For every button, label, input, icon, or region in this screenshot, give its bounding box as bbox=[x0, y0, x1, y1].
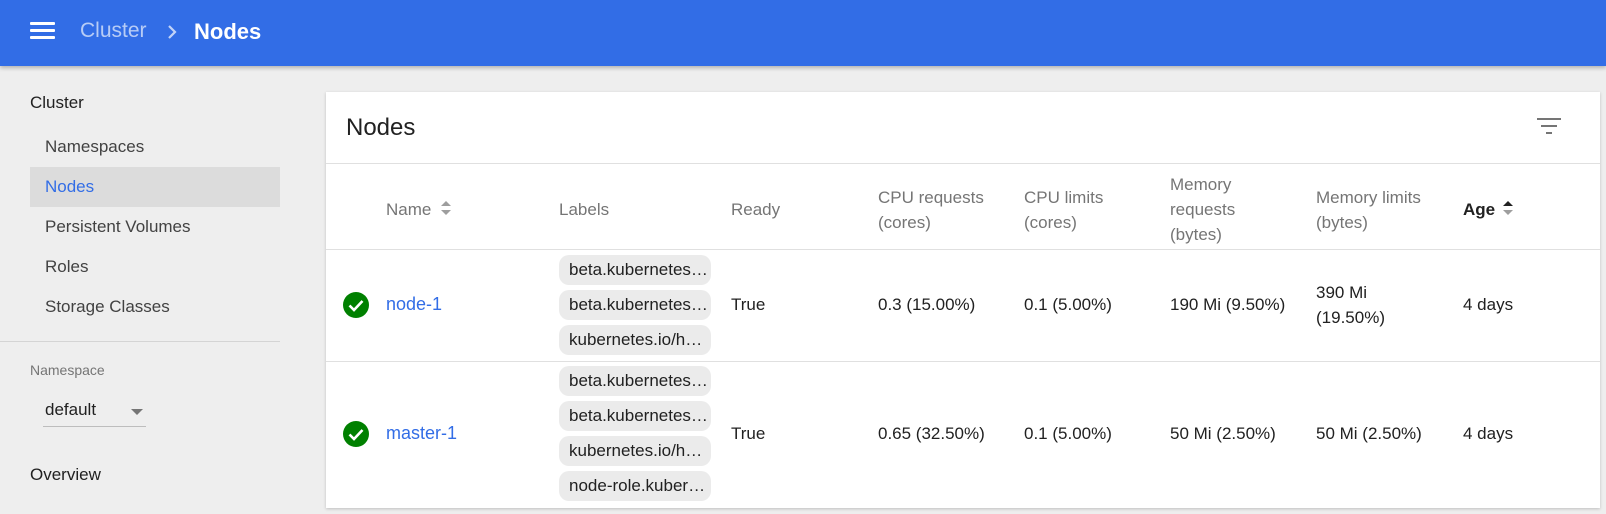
chevron-right-icon bbox=[168, 25, 177, 39]
sidebar-section-cluster[interactable]: Cluster bbox=[30, 93, 84, 113]
label-chip[interactable]: kubernetes.io/ho… bbox=[559, 436, 711, 466]
top-bar: Cluster Nodes bbox=[0, 0, 1606, 66]
divider bbox=[326, 163, 1600, 164]
page-title: Nodes bbox=[194, 19, 262, 44]
label-chip[interactable]: beta.kubernetes.i… bbox=[559, 255, 711, 285]
check-circle-icon bbox=[343, 421, 369, 447]
sort-ascending-icon[interactable] bbox=[1502, 199, 1514, 217]
column-header-cpu-requests: CPU requests (cores) bbox=[878, 188, 984, 232]
column-age-label: Age bbox=[1463, 200, 1496, 219]
menu-icon[interactable] bbox=[30, 22, 55, 40]
memory-requests-value: 190 Mi (9.50%) bbox=[1170, 295, 1286, 314]
column-header-ready: Ready bbox=[731, 200, 781, 219]
cpu-requests-value: 0.65 (32.50%) bbox=[878, 424, 985, 443]
sidebar: Cluster Namespaces Nodes Persistent Volu… bbox=[0, 66, 282, 514]
sidebar-item-storage-classes[interactable]: Storage Classes bbox=[30, 287, 280, 327]
nodes-card: Nodes Name Labels Ready CPU requests (co… bbox=[326, 92, 1600, 508]
namespace-value: default bbox=[45, 400, 97, 419]
sidebar-divider bbox=[0, 341, 280, 342]
column-header-cpu-limits: CPU limits (cores) bbox=[1024, 188, 1104, 232]
memory-requests-value: 50 Mi (2.50%) bbox=[1170, 424, 1276, 443]
divider bbox=[326, 249, 1600, 250]
ready-value: True bbox=[731, 295, 766, 314]
column-name-label: Name bbox=[386, 200, 432, 219]
card-title: Nodes bbox=[346, 114, 416, 141]
memory-limits-value: 390 Mi (19.50%) bbox=[1316, 283, 1385, 327]
divider bbox=[326, 361, 1600, 362]
ready-value: True bbox=[731, 424, 766, 443]
sidebar-item-nodes[interactable]: Nodes bbox=[30, 167, 280, 207]
check-circle-icon bbox=[343, 292, 369, 318]
label-chip[interactable]: beta.kubernetes.i… bbox=[559, 366, 711, 396]
label-chip[interactable]: node-role.kubern… bbox=[559, 471, 711, 501]
breadcrumb-cluster[interactable]: Cluster bbox=[80, 19, 147, 43]
label-chip[interactable]: kubernetes.io/ho… bbox=[559, 325, 711, 355]
namespace-select[interactable]: default bbox=[43, 393, 146, 427]
dropdown-arrow-icon bbox=[131, 409, 143, 415]
column-header-memory-requests: Memory requests (bytes) bbox=[1170, 175, 1236, 244]
age-value: 4 days bbox=[1463, 424, 1514, 443]
column-header-labels: Labels bbox=[559, 200, 610, 219]
cpu-limits-value: 0.1 (5.00%) bbox=[1024, 424, 1112, 443]
cpu-requests-value: 0.3 (15.00%) bbox=[878, 295, 976, 314]
column-header-name[interactable]: Name bbox=[386, 197, 431, 222]
namespace-label: Namespace bbox=[30, 362, 105, 378]
column-header-age[interactable]: Age bbox=[1463, 197, 1495, 222]
cpu-limits-value: 0.1 (5.00%) bbox=[1024, 295, 1112, 314]
node-link[interactable]: node-1 bbox=[386, 294, 442, 315]
label-chip[interactable]: beta.kubernetes.i… bbox=[559, 401, 711, 431]
sidebar-item-persistent-volumes[interactable]: Persistent Volumes bbox=[30, 207, 280, 247]
sidebar-item-namespaces[interactable]: Namespaces bbox=[30, 127, 280, 167]
sidebar-item-roles[interactable]: Roles bbox=[30, 247, 280, 287]
node-link[interactable]: master-1 bbox=[386, 423, 457, 444]
filter-icon[interactable] bbox=[1534, 114, 1564, 138]
sort-icon[interactable] bbox=[440, 199, 452, 217]
column-header-memory-limits: Memory limits (bytes) bbox=[1316, 188, 1421, 232]
sidebar-section-overview[interactable]: Overview bbox=[30, 465, 101, 485]
memory-limits-value: 50 Mi (2.50%) bbox=[1316, 424, 1422, 443]
age-value: 4 days bbox=[1463, 295, 1514, 314]
label-chip[interactable]: beta.kubernetes.i… bbox=[559, 290, 711, 320]
